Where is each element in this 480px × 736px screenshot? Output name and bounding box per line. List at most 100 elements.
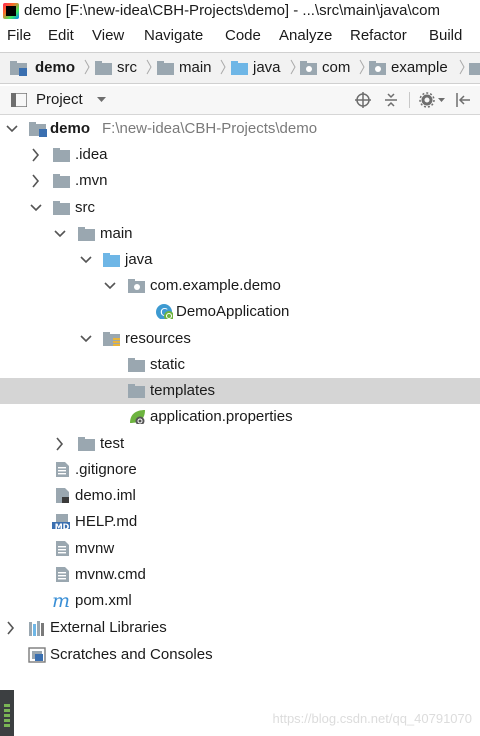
chevron-down-icon[interactable] <box>102 273 118 299</box>
tree-row-demo[interactable]: demo F:\new-idea\CBH-Projects\demo <box>0 116 480 142</box>
module-folder-icon <box>29 122 47 137</box>
menu-file[interactable]: File <box>7 24 31 48</box>
tree-label: resources <box>125 330 191 347</box>
intellij-app-icon <box>3 3 19 19</box>
folder-icon <box>53 148 70 162</box>
memory-bar <box>4 719 10 722</box>
tree-label: mvnw.cmd <box>75 566 146 583</box>
chevron-right-icon <box>84 59 90 75</box>
tree-label: src <box>75 199 95 216</box>
tree-row-help-md[interactable]: MD HELP.md <box>0 509 480 535</box>
tree-label: HELP.md <box>75 513 138 530</box>
tree-label: DemoApplication <box>176 303 290 320</box>
tree-row-mvnw[interactable]: mvnw <box>0 536 480 562</box>
text-file-icon <box>56 541 69 556</box>
spring-properties-icon <box>130 410 145 424</box>
breadcrumb-item-src[interactable]: src <box>95 53 137 83</box>
breadcrumb: demo src main java com example <box>0 52 480 84</box>
tree-label: demo <box>50 120 91 137</box>
folder-icon <box>157 61 174 75</box>
tree-row-templates[interactable]: templates <box>0 378 480 404</box>
breadcrumb-label: demo <box>35 59 76 76</box>
tree-row-package[interactable]: com.example.demo <box>0 273 480 299</box>
tree-row-application-properties[interactable]: application.properties <box>0 404 480 430</box>
folder-icon <box>53 201 70 215</box>
tree-label: .idea <box>75 146 108 163</box>
tree-row-scratches[interactable]: Scratches and Consoles <box>0 642 480 668</box>
menu-view[interactable]: View <box>92 24 124 48</box>
hide-panel-icon[interactable] <box>455 92 471 108</box>
tree-label: .gitignore <box>75 461 137 478</box>
collapse-all-icon[interactable] <box>383 92 399 108</box>
tree-row-mvnw-cmd[interactable]: mvnw.cmd <box>0 562 480 588</box>
breadcrumb-item-com[interactable]: com <box>300 53 350 83</box>
tree-path: F:\new-idea\CBH-Projects\demo <box>102 120 318 137</box>
breadcrumb-label: com <box>322 59 351 76</box>
breadcrumb-item-demo[interactable]: demo <box>10 53 75 83</box>
menu-build[interactable]: Build <box>429 24 462 48</box>
package-folder-icon <box>469 63 480 75</box>
menu-analyze[interactable]: Analyze <box>279 24 332 48</box>
chevron-right-icon[interactable] <box>28 142 44 168</box>
chevron-down-icon[interactable] <box>78 326 94 352</box>
menu-code[interactable]: Code <box>225 24 261 48</box>
tree-label: com.example.demo <box>150 277 281 294</box>
tree-row-resources[interactable]: resources <box>0 326 480 352</box>
chevron-down-icon[interactable] <box>28 195 44 221</box>
chevron-right-icon[interactable] <box>3 615 19 641</box>
project-view-selector[interactable]: Project <box>36 86 83 114</box>
chevron-down-icon[interactable] <box>4 116 20 142</box>
menu-edit[interactable]: Edit <box>48 24 74 48</box>
dropdown-arrow-icon[interactable] <box>97 97 106 103</box>
tree-row-mvn[interactable]: .mvn <box>0 168 480 194</box>
folder-icon <box>78 437 95 451</box>
folder-icon <box>95 61 112 75</box>
maven-icon: m <box>52 590 71 612</box>
breadcrumb-item-java[interactable]: java <box>231 53 281 83</box>
project-tree: demo F:\new-idea\CBH-Projects\demo .idea… <box>0 116 480 676</box>
tree-row-java[interactable]: java <box>0 247 480 273</box>
chevron-down-icon[interactable] <box>52 221 68 247</box>
chevron-down-icon[interactable] <box>78 247 94 273</box>
markdown-file-icon: MD <box>52 514 70 529</box>
tree-label: demo.iml <box>75 487 136 504</box>
chevron-right-icon <box>290 59 296 75</box>
toolbar-separator <box>409 92 410 108</box>
tree-row-pom-xml[interactable]: m pom.xml <box>0 588 480 614</box>
gear-icon[interactable] <box>419 91 437 109</box>
tree-row-gitignore[interactable]: .gitignore <box>0 457 480 483</box>
locate-target-icon[interactable] <box>355 92 371 108</box>
breadcrumb-item-example[interactable]: example <box>369 53 448 83</box>
tree-row-test[interactable]: test <box>0 431 480 457</box>
tree-row-src[interactable]: src <box>0 195 480 221</box>
chevron-right-icon[interactable] <box>52 431 68 457</box>
tree-row-demo-iml[interactable]: demo.iml <box>0 483 480 509</box>
folder-icon <box>128 384 145 398</box>
libraries-icon <box>29 621 44 636</box>
breadcrumb-label: main <box>179 59 212 76</box>
tree-label: static <box>150 356 186 373</box>
resources-folder-icon <box>103 332 120 346</box>
folder-icon <box>53 174 70 188</box>
menu-refactor[interactable]: Refactor <box>350 24 407 48</box>
chevron-right-icon <box>359 59 365 75</box>
tree-row-external-libraries[interactable]: External Libraries <box>0 615 480 641</box>
tree-row-idea[interactable]: .idea <box>0 142 480 168</box>
tree-label: java <box>125 251 153 268</box>
chevron-right-icon <box>459 59 465 75</box>
chevron-right-icon <box>146 59 152 75</box>
window-title: demo [F:\new-idea\CBH-Projects\demo] - .… <box>24 2 440 19</box>
menu-navigate[interactable]: Navigate <box>144 24 203 48</box>
text-file-icon <box>56 567 69 582</box>
source-folder-icon <box>103 253 120 267</box>
memory-bar <box>4 724 10 727</box>
tree-row-demo-application[interactable]: C DemoApplication <box>0 299 480 325</box>
tree-row-main[interactable]: main <box>0 221 480 247</box>
chevron-right-icon[interactable] <box>28 168 44 194</box>
breadcrumb-item-main[interactable]: main <box>157 53 212 83</box>
iml-file-icon <box>56 488 69 503</box>
tree-label: mvnw <box>75 540 115 557</box>
tree-row-static[interactable]: static <box>0 352 480 378</box>
title-bar: demo [F:\new-idea\CBH-Projects\demo] - .… <box>0 0 480 22</box>
gear-dropdown-arrow-icon[interactable] <box>438 98 445 103</box>
